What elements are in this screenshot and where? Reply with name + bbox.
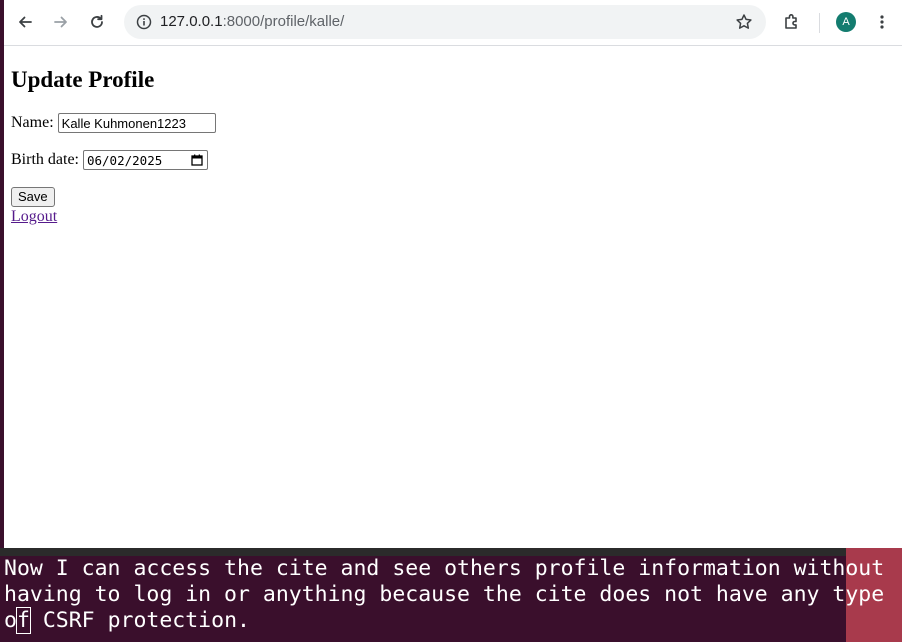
terminal-output: Now I can access the cite and see others… xyxy=(4,556,884,634)
terminal-cursor: f xyxy=(15,607,31,634)
profile-avatar[interactable]: A xyxy=(836,12,856,32)
terminal-line-3-rest: CSRF protection. xyxy=(29,608,250,633)
reload-button[interactable] xyxy=(83,8,111,36)
arrow-right-icon xyxy=(54,16,67,28)
back-button[interactable] xyxy=(11,8,39,36)
birth-date-row: Birth date: 06/02/2025 xyxy=(11,150,208,170)
page-content: Update Profile Name: Birth date: 06/02/2… xyxy=(11,46,902,548)
browser-toolbar: 127.0.0.1:8000/profile/kalle/ A xyxy=(4,0,902,46)
address-bar[interactable]: 127.0.0.1:8000/profile/kalle/ xyxy=(124,5,766,39)
name-row: Name: xyxy=(11,113,216,133)
url-host: 127.0.0.1 xyxy=(160,13,223,30)
extensions-button[interactable] xyxy=(778,8,806,36)
name-label: Name: xyxy=(11,114,54,131)
forward-button[interactable] xyxy=(47,8,75,36)
url-text: 127.0.0.1:8000/profile/kalle/ xyxy=(160,13,344,31)
star-icon xyxy=(736,14,752,29)
kebab-menu-icon xyxy=(880,15,884,29)
menu-button[interactable] xyxy=(868,8,896,36)
info-icon xyxy=(136,14,152,30)
reload-icon xyxy=(91,14,103,28)
birth-date-input[interactable]: 06/02/2025 xyxy=(82,150,208,170)
logout-link[interactable]: Logout xyxy=(11,208,57,226)
name-input[interactable] xyxy=(57,113,216,133)
birth-date-label: Birth date: xyxy=(11,151,79,168)
terminal-line-1: Now I can access the cite and see others… xyxy=(4,556,885,581)
bookmark-button[interactable] xyxy=(732,10,756,34)
toolbar-divider xyxy=(819,13,820,33)
browser-window: 127.0.0.1:8000/profile/kalle/ A Update P… xyxy=(4,0,902,548)
url-path: :8000/profile/kalle/ xyxy=(222,13,345,30)
save-button[interactable]: Save xyxy=(11,187,55,207)
page-title: Update Profile xyxy=(11,67,155,92)
birth-date-value: 06/02/2025 xyxy=(86,152,163,168)
terminal-titlebar xyxy=(0,548,902,556)
terminal-line-3-start: o xyxy=(4,608,17,633)
site-info-button[interactable] xyxy=(132,10,156,34)
calendar-icon[interactable] xyxy=(190,153,204,167)
terminal[interactable]: Now I can access the cite and see others… xyxy=(0,556,884,642)
terminal-line-2: having to log in or anything because the… xyxy=(4,582,885,607)
puzzle-icon xyxy=(785,14,797,29)
arrow-left-icon xyxy=(19,16,32,28)
